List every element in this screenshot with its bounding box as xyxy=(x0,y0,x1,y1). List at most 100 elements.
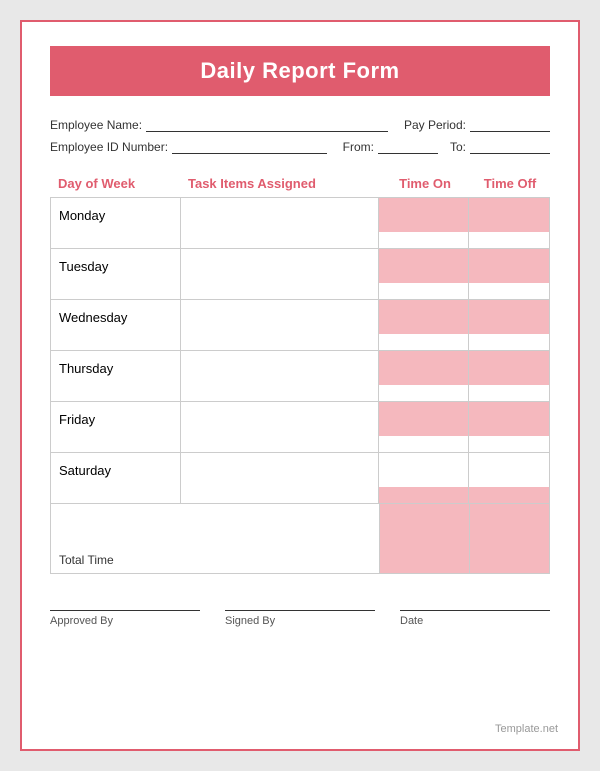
wednesday-sub-row xyxy=(51,334,549,350)
tuesday-time-on-cell[interactable] xyxy=(379,249,469,283)
wednesday-main-row: Wednesday xyxy=(51,300,549,334)
wednesday-ton-2[interactable] xyxy=(379,334,469,350)
saturday-task-cell[interactable] xyxy=(181,453,379,487)
from-label: From: xyxy=(343,140,374,154)
friday-day-cell-2 xyxy=(51,436,181,452)
monday-task-cell-2[interactable] xyxy=(181,232,379,248)
saturday-block: Saturday xyxy=(51,453,549,503)
employee-id-input[interactable] xyxy=(172,140,327,154)
monday-day-cell-2 xyxy=(51,232,181,248)
saturday-day-cell-2 xyxy=(51,487,181,503)
tuesday-day-cell-2 xyxy=(51,283,181,299)
wednesday-day-cell: Wednesday xyxy=(51,300,181,334)
wednesday-day-cell-2 xyxy=(51,334,181,350)
friday-toff-2[interactable] xyxy=(469,436,549,452)
total-label-cell: Total Time xyxy=(51,504,379,573)
friday-task-cell-2[interactable] xyxy=(181,436,379,452)
wednesday-toff-2[interactable] xyxy=(469,334,549,350)
header-day: Day of Week xyxy=(50,172,180,195)
tuesday-task-cell[interactable] xyxy=(181,249,379,283)
employee-name-label: Employee Name: xyxy=(50,118,142,132)
wednesday-block: Wednesday xyxy=(51,300,549,351)
friday-block: Friday xyxy=(51,402,549,453)
monday-day-cell: Monday xyxy=(51,198,181,232)
from-input[interactable] xyxy=(378,140,438,154)
saturday-task-cell-2[interactable] xyxy=(181,487,379,503)
total-time-off-cell[interactable] xyxy=(469,504,549,573)
date-line xyxy=(400,610,550,611)
header-time-on: Time On xyxy=(380,172,470,195)
pay-period-label: Pay Period: xyxy=(404,118,466,132)
signature-section: Approved By Signed By Date xyxy=(50,602,550,627)
pay-period-input[interactable] xyxy=(470,118,550,132)
monday-main-row: Monday xyxy=(51,198,549,232)
to-label: To: xyxy=(450,140,466,154)
friday-task-cell[interactable] xyxy=(181,402,379,436)
date-item: Date xyxy=(400,610,550,627)
total-time-label: Total Time xyxy=(59,553,114,567)
thursday-task-cell-2[interactable] xyxy=(181,385,379,401)
friday-main-row: Friday xyxy=(51,402,549,436)
tuesday-task-cell-2[interactable] xyxy=(181,283,379,299)
employee-name-row: Employee Name: Pay Period: xyxy=(50,118,550,132)
friday-day-cell: Friday xyxy=(51,402,181,436)
thursday-ton-2[interactable] xyxy=(379,385,469,401)
approved-by-line xyxy=(50,610,200,611)
header-task: Task Items Assigned xyxy=(180,172,380,195)
monday-time-on-cell[interactable] xyxy=(379,198,469,232)
fields-section: Employee Name: Pay Period: Employee ID N… xyxy=(50,118,550,154)
signed-by-item: Signed By xyxy=(225,610,375,627)
schedule-table: Day of Week Task Items Assigned Time On … xyxy=(50,172,550,574)
wednesday-time-on-cell[interactable] xyxy=(379,300,469,334)
watermark: Template.net xyxy=(495,723,558,735)
tuesday-time-off-cell[interactable] xyxy=(469,249,549,283)
wednesday-time-off-cell[interactable] xyxy=(469,300,549,334)
thursday-time-off-cell[interactable] xyxy=(469,351,549,385)
wednesday-task-cell[interactable] xyxy=(181,300,379,334)
form-title: Daily Report Form xyxy=(70,58,530,84)
friday-sub-row xyxy=(51,436,549,452)
monday-ton-2[interactable] xyxy=(379,232,469,248)
monday-sub-row xyxy=(51,232,549,248)
monday-time-off-cell[interactable] xyxy=(469,198,549,232)
saturday-main-row: Saturday xyxy=(51,453,549,487)
monday-toff-2[interactable] xyxy=(469,232,549,248)
saturday-time-on-cell[interactable] xyxy=(379,453,469,487)
header-time-off: Time Off xyxy=(470,172,550,195)
monday-task-cell[interactable] xyxy=(181,198,379,232)
thursday-main-row: Thursday xyxy=(51,351,549,385)
saturday-time-off-cell[interactable] xyxy=(469,453,549,487)
saturday-toff-2[interactable] xyxy=(469,487,549,503)
thursday-block: Thursday xyxy=(51,351,549,402)
employee-id-label: Employee ID Number: xyxy=(50,140,168,154)
thursday-toff-2[interactable] xyxy=(469,385,549,401)
tuesday-day-cell: Tuesday xyxy=(51,249,181,283)
friday-time-on-cell[interactable] xyxy=(379,402,469,436)
tuesday-main-row: Tuesday xyxy=(51,249,549,283)
date-label: Date xyxy=(400,615,423,627)
table-body: Monday Tuesday xyxy=(50,197,550,504)
table-header: Day of Week Task Items Assigned Time On … xyxy=(50,172,550,195)
employee-id-row: Employee ID Number: From: To: xyxy=(50,140,550,154)
employee-name-input[interactable] xyxy=(146,118,388,132)
total-row: Total Time xyxy=(50,504,550,574)
thursday-time-on-cell[interactable] xyxy=(379,351,469,385)
tuesday-sub-row xyxy=(51,283,549,299)
tuesday-block: Tuesday xyxy=(51,249,549,300)
tuesday-ton-2[interactable] xyxy=(379,283,469,299)
thursday-task-cell[interactable] xyxy=(181,351,379,385)
total-time-on-cell[interactable] xyxy=(379,504,469,573)
saturday-ton-2[interactable] xyxy=(379,487,469,503)
tuesday-toff-2[interactable] xyxy=(469,283,549,299)
approved-by-label: Approved By xyxy=(50,615,113,627)
wednesday-task-cell-2[interactable] xyxy=(181,334,379,350)
friday-ton-2[interactable] xyxy=(379,436,469,452)
title-bar: Daily Report Form xyxy=(50,46,550,96)
friday-time-off-cell[interactable] xyxy=(469,402,549,436)
approved-by-item: Approved By xyxy=(50,610,200,627)
form-page: Daily Report Form Employee Name: Pay Per… xyxy=(20,20,580,751)
thursday-sub-row xyxy=(51,385,549,401)
to-input[interactable] xyxy=(470,140,550,154)
thursday-day-cell-2 xyxy=(51,385,181,401)
monday-block: Monday xyxy=(51,198,549,249)
